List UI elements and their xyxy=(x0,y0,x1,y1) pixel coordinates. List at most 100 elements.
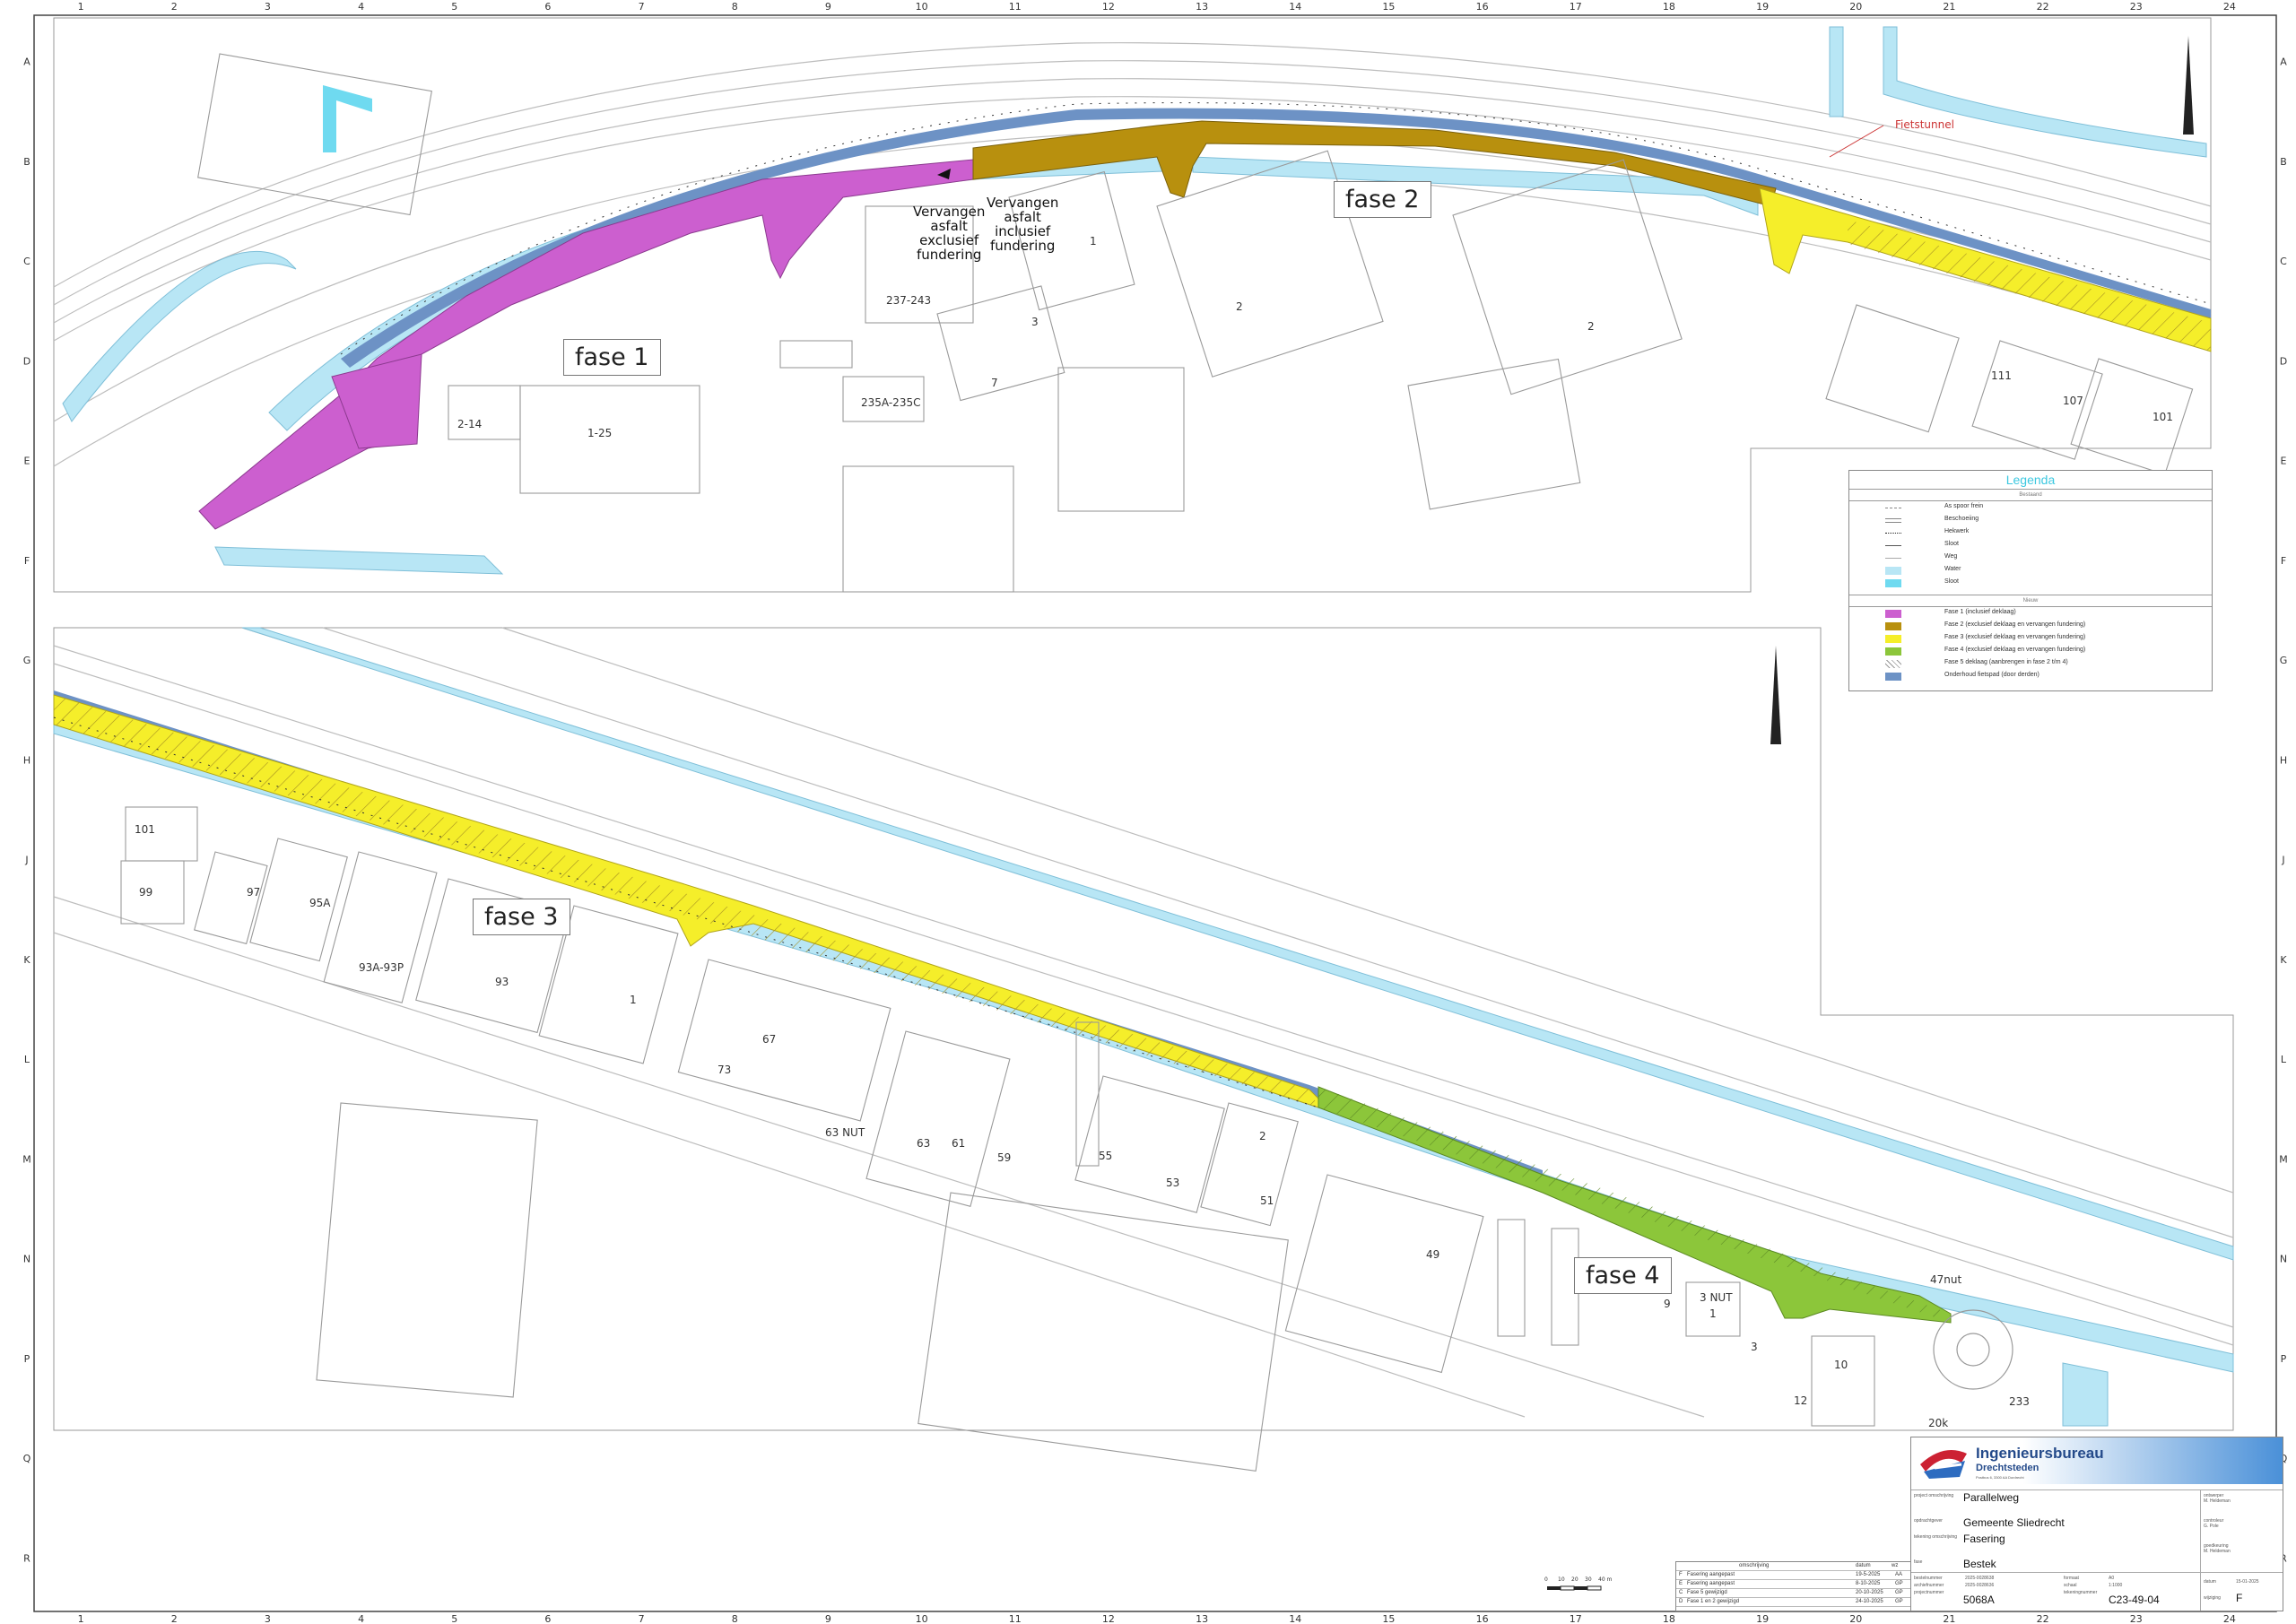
grid-col-label: 1 xyxy=(78,1,84,13)
grid-col-label: 12 xyxy=(1102,1,1115,13)
building-number: 67 xyxy=(762,1033,777,1046)
building-number: 1 xyxy=(1090,235,1097,248)
grid-row-label: H xyxy=(23,754,30,766)
legend-title: Legenda xyxy=(1849,471,2212,490)
grid-col-label: 3 xyxy=(265,1613,271,1624)
format-value: A0 xyxy=(2109,1576,2115,1581)
grid-col-label: 11 xyxy=(1009,1613,1022,1624)
legend-item: As spoor frein xyxy=(1849,501,2212,514)
building-number: 20k xyxy=(1928,1417,1949,1429)
building-number: 63 xyxy=(917,1137,931,1150)
small-label: datum xyxy=(2204,1579,2216,1585)
client-label: opdrachtgever xyxy=(1914,1518,1943,1524)
project-number: 2025-0028638 xyxy=(1965,1576,1995,1581)
revision-row: E Fasering aangepast 8-10-2025 GP xyxy=(1676,1580,1911,1589)
company-name: Ingenieursbureau xyxy=(1976,1445,2104,1462)
company-logo-icon xyxy=(1920,1450,1967,1479)
grid-row-label: N xyxy=(2280,1254,2287,1265)
legend-section-new: Nieuw xyxy=(1849,595,2212,607)
legend-item: Fase 5 deklaag (aanbrengen in fase 2 t/m… xyxy=(1849,657,2212,670)
grid-row-label: K xyxy=(2280,954,2287,966)
grid-row-label: A xyxy=(2280,56,2287,68)
grid-col-label: 4 xyxy=(358,1613,364,1624)
building-number: 55 xyxy=(1099,1150,1113,1162)
scale-value: 1:1000 xyxy=(2109,1583,2123,1588)
note-inclusief-fundering: Vervangen asfalt inclusief fundering xyxy=(987,195,1059,254)
revision-table: omschrijving datum wz F Fasering aangepast 1… xyxy=(1675,1561,1912,1611)
grid-col-label: 22 xyxy=(2037,1613,2049,1624)
grid-row-label: A xyxy=(23,56,30,68)
building-number: 3 xyxy=(1031,316,1039,328)
grid-col-label: 3 xyxy=(265,1,271,13)
grid-col-label: 7 xyxy=(639,1613,645,1624)
small-label: bestelnummer xyxy=(1914,1576,1943,1581)
grid-row-label: P xyxy=(2281,1353,2287,1365)
legend-item: Sloot xyxy=(1849,539,2212,551)
revision-header: omschrijving datum wz xyxy=(1676,1562,1911,1571)
building-number: 97 xyxy=(247,886,261,899)
building-number: 1-25 xyxy=(587,427,613,439)
building-number: 3 NUT xyxy=(1700,1291,1733,1304)
grid-row-label: F xyxy=(2281,555,2286,567)
building-number: 73 xyxy=(718,1064,732,1076)
fietstunnel-label: Fietstunnel xyxy=(1895,118,1954,131)
project-name: Parallelweg xyxy=(1963,1491,2020,1504)
title-block: Ingenieursbureau Drechtsteden Postbus 6,… xyxy=(1910,1437,2283,1611)
legend-item: Fase 4 (exclusief deklaag en vervangen f… xyxy=(1849,645,2212,657)
grid-col-label: 12 xyxy=(1102,1613,1115,1624)
building-number: 47nut xyxy=(1930,1273,1962,1286)
grid-row-label: P xyxy=(24,1353,30,1365)
fase-2-label: fase 2 xyxy=(1334,181,1431,218)
grid-col-label: 16 xyxy=(1476,1613,1489,1624)
grid-col-label: 14 xyxy=(1289,1,1301,13)
legend-item: Water xyxy=(1849,564,2212,577)
grid-col-label: 21 xyxy=(1943,1613,1955,1624)
grid-row-label: G xyxy=(2280,655,2288,666)
grid-col-label: 23 xyxy=(2130,1,2143,13)
small-label: wijziging xyxy=(2204,1595,2221,1601)
building-number: 2 xyxy=(1236,300,1243,313)
order-number: 5068A xyxy=(1963,1594,1995,1606)
building-number: 9 xyxy=(1664,1298,1671,1310)
title-block-header: Ingenieursbureau Drechtsteden Postbus 6,… xyxy=(1911,1437,2283,1484)
grid-col-label: 8 xyxy=(732,1613,738,1624)
grid-row-label: C xyxy=(2280,256,2287,267)
legend-item: Sloot xyxy=(1849,577,2212,589)
scale-label: 40 m xyxy=(1598,1576,1613,1583)
approver-name: M. Heldeman xyxy=(2204,1549,2231,1554)
grid-row-label: F xyxy=(24,555,30,567)
grid-col-label: 11 xyxy=(1009,1,1022,13)
legend-item: Fase 3 (exclusief deklaag en vervangen f… xyxy=(1849,632,2212,645)
building-number: 12 xyxy=(1794,1394,1808,1407)
small-label: formaat xyxy=(2064,1576,2079,1581)
grid-col-label: 10 xyxy=(916,1,928,13)
legend-item: Onderhoud fietspad (door derden) xyxy=(1849,670,2212,682)
grid-row-label: B xyxy=(2280,156,2287,168)
building-number: 53 xyxy=(1166,1177,1180,1189)
grid-col-label: 16 xyxy=(1476,1,1489,13)
site-plan-map: 1122334455667788991010111112121313141415… xyxy=(22,1,2288,1624)
grid-col-label: 17 xyxy=(1570,1,1582,13)
grid-col-label: 5 xyxy=(451,1613,457,1624)
drawing-name: Fasering xyxy=(1963,1533,2005,1545)
grid-row-label: N xyxy=(23,1254,30,1265)
grid-col-label: 2 xyxy=(171,1,178,13)
building-number: 111 xyxy=(1991,369,2012,382)
grid-row-label: D xyxy=(2280,355,2287,367)
grid-col-label: 21 xyxy=(1943,1,1955,13)
grid-col-label: 20 xyxy=(1849,1613,1862,1624)
grid-row-label: L xyxy=(2281,1054,2287,1065)
grid-col-label: 20 xyxy=(1849,1,1862,13)
grid-col-label: 15 xyxy=(1382,1613,1395,1624)
building-number: 95A xyxy=(309,897,331,909)
client-name: Gemeente Sliedrecht xyxy=(1963,1516,2065,1529)
grid-col-label: 7 xyxy=(639,1,645,13)
grid-row-label: C xyxy=(23,256,30,267)
legend-item: Fase 1 (inclusief deklaag) xyxy=(1849,607,2212,620)
building-number: 7 xyxy=(991,377,998,389)
grid-row-label: H xyxy=(2280,754,2287,766)
scale-label: 10 xyxy=(1558,1576,1565,1583)
grid-col-label: 22 xyxy=(2037,1,2049,13)
building-number: 2 xyxy=(1259,1130,1266,1142)
grid-col-label: 6 xyxy=(544,1,551,13)
